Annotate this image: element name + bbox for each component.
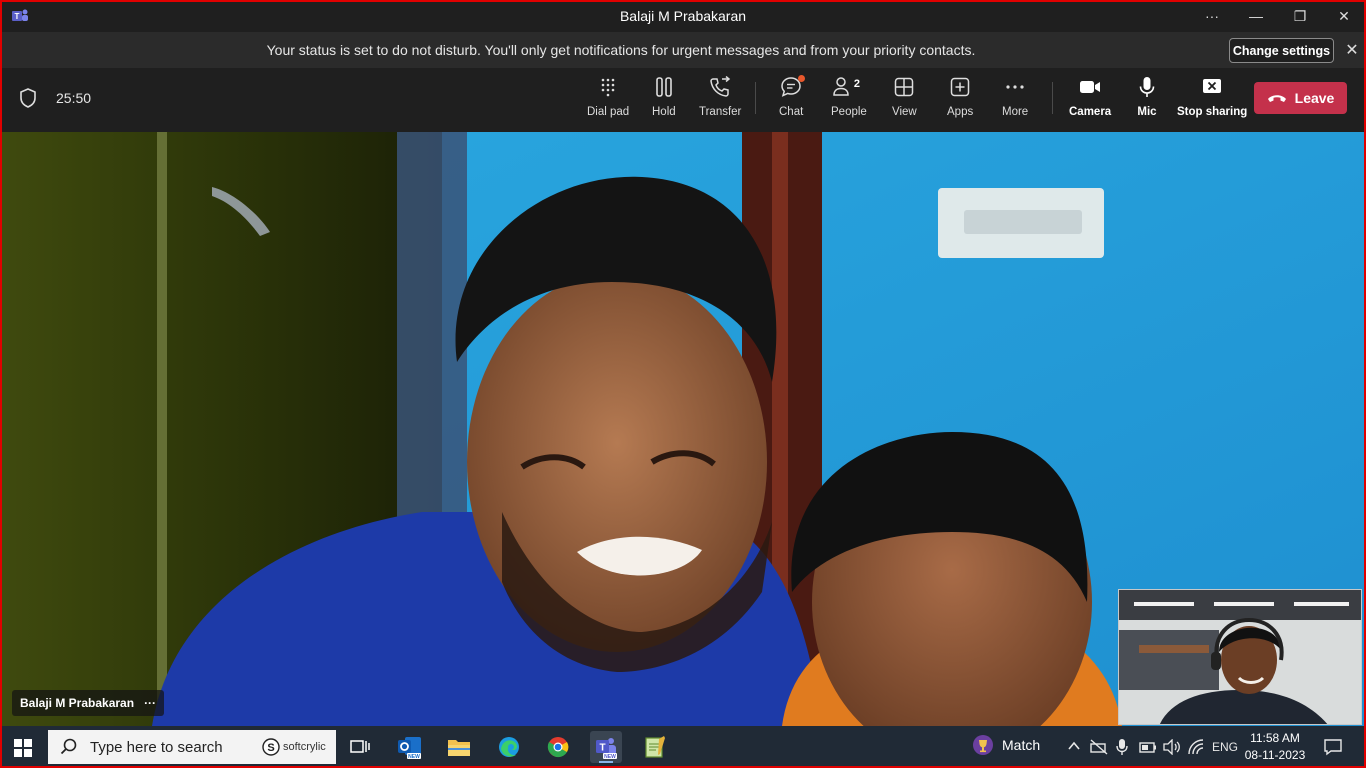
- shield-icon[interactable]: [19, 88, 37, 108]
- apps-label: Apps: [947, 106, 974, 118]
- softcrylic-logo-icon: S: [262, 738, 280, 756]
- file-explorer-icon: [448, 740, 470, 756]
- more-label: More: [1002, 106, 1029, 118]
- wifi-icon[interactable]: [1188, 739, 1204, 755]
- edge-taskbar-button[interactable]: [493, 731, 525, 763]
- taskbar-search[interactable]: Type here to search S softcrylic: [48, 730, 336, 764]
- battery-icon[interactable]: [1139, 740, 1157, 754]
- more-options-icon[interactable]: ···: [1190, 0, 1234, 32]
- hold-button[interactable]: Hold: [652, 76, 676, 126]
- volume-icon[interactable]: [1163, 739, 1181, 755]
- dialpad-button[interactable]: Dial pad: [587, 76, 629, 126]
- dialpad-icon: [601, 78, 615, 97]
- camera-icon: [1080, 81, 1101, 93]
- camera-label: Camera: [1069, 106, 1112, 118]
- leave-label: Leave: [1294, 90, 1335, 106]
- search-brand-text: softcrylic: [283, 741, 326, 753]
- mic-button[interactable]: Mic: [1136, 76, 1158, 126]
- apps-button[interactable]: Apps: [947, 76, 973, 126]
- mic-label: Mic: [1137, 106, 1157, 118]
- participant-more-icon[interactable]: ···: [144, 696, 156, 710]
- hold-label: Hold: [652, 106, 676, 118]
- transfer-button[interactable]: Transfer: [699, 76, 741, 126]
- teams-icon: T NEW: [596, 738, 617, 759]
- change-settings-button[interactable]: Change settings: [1229, 38, 1334, 63]
- people-button[interactable]: 2 People: [831, 76, 867, 126]
- notepad-icon: [645, 736, 665, 758]
- search-brand: S softcrylic: [262, 737, 326, 757]
- pause-icon: [656, 77, 672, 97]
- clock-date: 08-11-2023: [1244, 748, 1306, 762]
- view-button[interactable]: View: [892, 76, 917, 126]
- microphone-in-use-icon[interactable]: [1116, 738, 1128, 756]
- leave-button[interactable]: Leave: [1254, 82, 1347, 114]
- clock-time: 11:58 AM: [1250, 731, 1300, 745]
- meeting-toolbar: 25:50 Dial pad Hold Transfer Chat 2 Peop…: [2, 68, 1364, 132]
- toolbar-divider: [755, 82, 756, 114]
- more-button[interactable]: More: [1002, 76, 1028, 126]
- transfer-label: Transfer: [699, 106, 742, 118]
- people-icon: [833, 77, 849, 96]
- outlook-icon: NEW: [398, 737, 421, 760]
- trophy-icon: [973, 735, 993, 755]
- file-explorer-taskbar-button[interactable]: [443, 731, 475, 763]
- self-view-video[interactable]: [1118, 589, 1362, 725]
- toolbar-divider: [1052, 82, 1053, 114]
- taskbar-clock[interactable]: 11:58 AM 08-11-2023: [1244, 730, 1306, 764]
- participant-name-tag[interactable]: Balaji M Prabakaran ···: [12, 690, 165, 716]
- windows-taskbar: Type here to search S softcrylic NEW T N…: [0, 726, 1366, 768]
- windows-start-icon[interactable]: [14, 739, 32, 757]
- outlook-taskbar-button[interactable]: NEW: [394, 731, 426, 763]
- status-banner: Your status is set to do not disturb. Yo…: [2, 32, 1364, 68]
- language-indicator[interactable]: ENG: [1212, 740, 1238, 754]
- svg-text:T: T: [599, 743, 605, 754]
- teams-taskbar-button[interactable]: T NEW: [590, 731, 622, 763]
- notepad-taskbar-button[interactable]: [639, 731, 671, 763]
- microphone-icon: [1139, 77, 1155, 97]
- stop-sharing-button[interactable]: Stop sharing: [1177, 76, 1247, 126]
- self-view-feed: [1119, 590, 1361, 724]
- notification-icon[interactable]: [1324, 738, 1342, 756]
- unread-indicator: [798, 75, 806, 82]
- restore-button[interactable]: ❐: [1278, 0, 1322, 32]
- close-button[interactable]: ✕: [1322, 0, 1366, 32]
- window-title: Balaji M Prabakaran: [619, 8, 747, 24]
- svg-text:S: S: [267, 742, 274, 754]
- chrome-taskbar-button[interactable]: [542, 731, 574, 763]
- search-placeholder: Type here to search: [90, 738, 223, 756]
- stop-sharing-label: Stop sharing: [1177, 106, 1248, 118]
- dialpad-label: Dial pad: [587, 106, 630, 118]
- view-label: View: [892, 106, 917, 118]
- banner-message: Your status is set to do not disturb. Yo…: [266, 42, 976, 58]
- weather-widget[interactable]: Match: [972, 734, 1040, 756]
- task-view-button[interactable]: [344, 731, 376, 763]
- participant-name: Balaji M Prabakaran: [20, 696, 135, 710]
- svg-text:NEW: NEW: [604, 754, 616, 759]
- network-off-icon[interactable]: [1090, 739, 1108, 755]
- view-grid-icon: [895, 77, 914, 97]
- chevron-up-icon[interactable]: [1068, 741, 1080, 751]
- title-bar: T Balaji M Prabakaran ··· — ❐ ✕: [0, 0, 1366, 32]
- task-view-icon: [350, 740, 370, 753]
- hang-up-icon: [1267, 95, 1286, 102]
- search-icon: [60, 738, 77, 755]
- people-label: People: [831, 106, 867, 118]
- active-app-indicator: [599, 761, 613, 763]
- add-apps-icon: [950, 77, 970, 97]
- camera-button[interactable]: Camera: [1069, 76, 1111, 126]
- stop-sharing-icon: [1203, 79, 1222, 93]
- phone-transfer-icon: [710, 76, 731, 97]
- more-icon: [1006, 85, 1024, 89]
- edge-icon: [499, 737, 519, 757]
- call-timer: 25:50: [56, 90, 92, 106]
- weather-widget-label: Match: [1002, 737, 1041, 753]
- chrome-icon: [547, 737, 569, 758]
- banner-close-icon[interactable]: ✕: [1342, 40, 1362, 60]
- people-count: 2: [853, 78, 861, 90]
- chat-button[interactable]: Chat: [779, 75, 806, 126]
- chat-label: Chat: [779, 106, 804, 118]
- minimize-button[interactable]: —: [1234, 0, 1278, 32]
- svg-text:NEW: NEW: [408, 754, 420, 760]
